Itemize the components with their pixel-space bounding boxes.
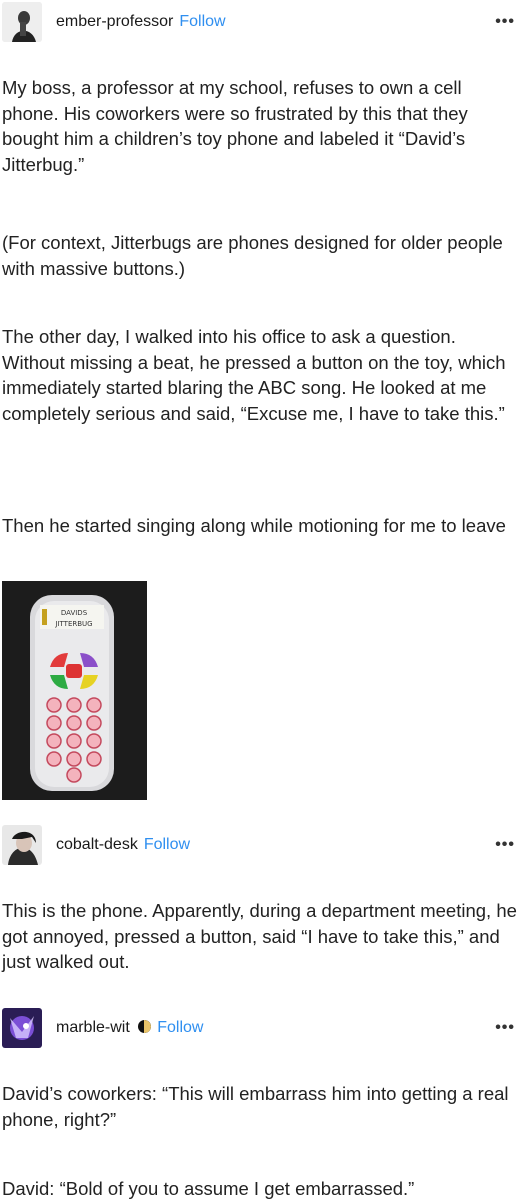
username-text[interactable]: ember-professor — [56, 13, 173, 30]
post-paragraph: Then he started singing along while moti… — [2, 515, 506, 536]
post-paragraph: My boss, a professor at my school, refus… — [2, 77, 468, 175]
username[interactable]: marble-wit Follow — [56, 1019, 203, 1037]
more-options-icon[interactable]: ••• — [495, 13, 515, 31]
post-paragraph: (For context, Jitterbugs are phones desi… — [2, 232, 503, 279]
avatar[interactable] — [2, 1008, 42, 1048]
username-text[interactable]: marble-wit — [56, 1019, 130, 1036]
toy-phone-illustration: DAVIDS JITTERBUG — [2, 581, 147, 800]
post-paragraph: David’s coworkers: “This will embarrass … — [2, 1083, 509, 1130]
post-paragraph: The other day, I walked into his office … — [2, 326, 506, 424]
avatar[interactable] — [2, 2, 42, 42]
follow-button[interactable]: Follow — [144, 836, 190, 853]
more-options-icon[interactable]: ••• — [495, 1019, 515, 1037]
follow-button[interactable]: Follow — [157, 1019, 203, 1036]
username[interactable]: ember-professor Follow — [56, 13, 226, 31]
post-header: cobalt-desk Follow ••• — [0, 825, 527, 865]
post-header: ember-professor Follow ••• — [0, 2, 527, 42]
moon-icon — [138, 1020, 152, 1033]
more-options-icon[interactable]: ••• — [495, 836, 515, 854]
svg-text:DAVIDS: DAVIDS — [61, 609, 88, 617]
follow-button[interactable]: Follow — [179, 13, 225, 30]
username[interactable]: cobalt-desk Follow — [56, 836, 190, 854]
post-paragraph: This is the phone. Apparently, during a … — [2, 900, 517, 972]
post-paragraph: David: “Bold of you to assume I get emba… — [2, 1178, 415, 1199]
username-text[interactable]: cobalt-desk — [56, 836, 138, 853]
post-header: marble-wit Follow ••• — [0, 1008, 527, 1048]
avatar[interactable] — [2, 825, 42, 865]
toy-phone-photo[interactable]: DAVIDS JITTERBUG — [2, 581, 147, 800]
svg-text:JITTERBUG: JITTERBUG — [54, 620, 92, 628]
